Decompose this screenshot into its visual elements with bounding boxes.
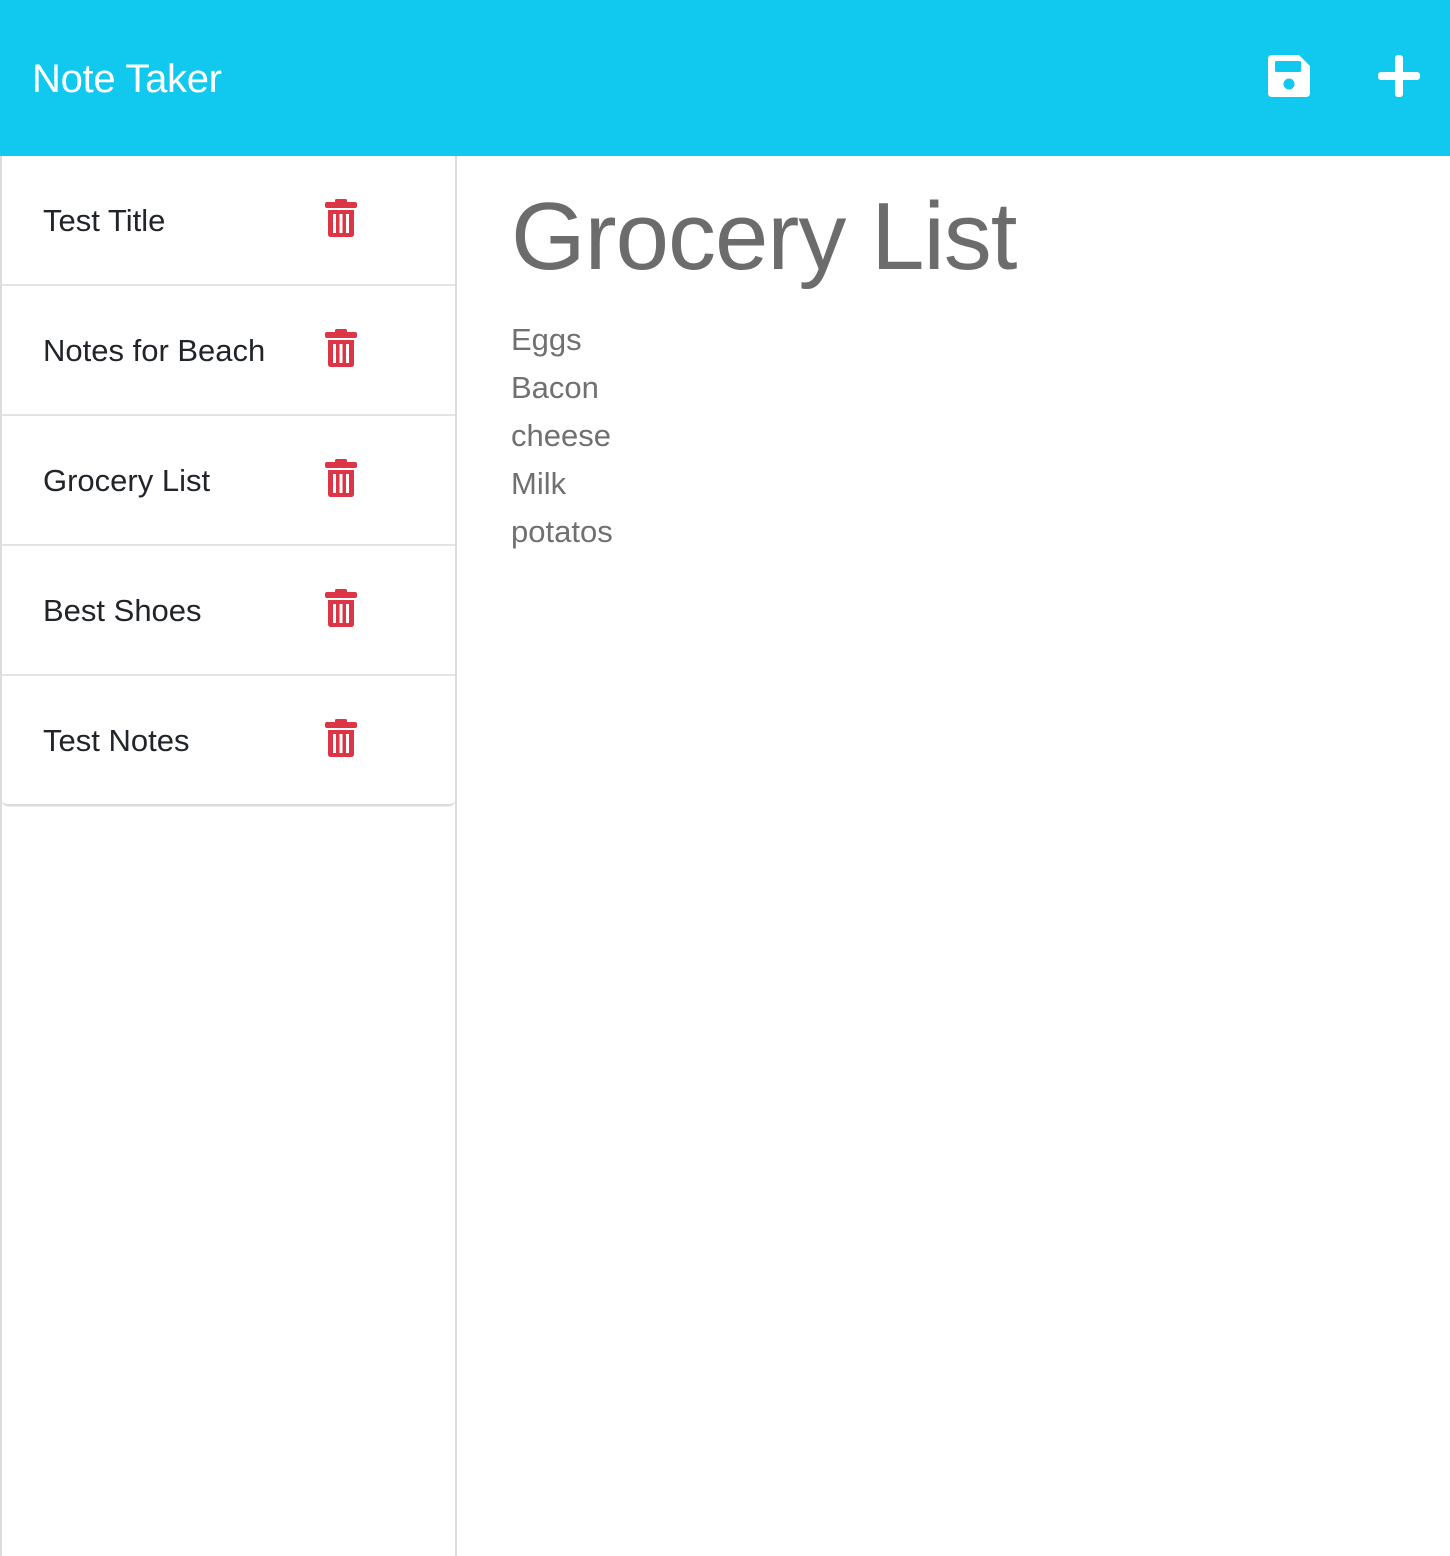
list-item[interactable]: Test Title <box>2 156 455 286</box>
list-item[interactable]: Grocery List <box>2 416 455 546</box>
delete-note-button[interactable] <box>323 458 359 498</box>
delete-note-button[interactable] <box>323 718 359 758</box>
note-line: cheese <box>511 418 611 453</box>
note-line: Bacon <box>511 370 599 405</box>
list-item[interactable]: Notes for Beach <box>2 286 455 416</box>
note-text-area[interactable]: Eggs Bacon cheese Milk potatos <box>511 316 1411 556</box>
trash-icon <box>325 459 357 497</box>
note-line: Milk <box>511 466 567 501</box>
note-line: potatos <box>511 514 613 549</box>
new-note-button[interactable] <box>1372 50 1426 102</box>
note-title[interactable]: Notes for Beach <box>43 332 265 370</box>
note-editor: Grocery List Eggs Bacon cheese Milk pota… <box>459 156 1450 1556</box>
note-title[interactable]: Best Shoes <box>43 592 202 630</box>
list-item[interactable]: Best Shoes <box>2 546 455 676</box>
list-item[interactable]: Test Notes <box>2 676 455 806</box>
note-list-panel: Test Title Notes for Beach Grocery List … <box>0 156 457 1556</box>
floppy-disk-icon <box>1268 55 1310 97</box>
delete-note-button[interactable] <box>323 198 359 238</box>
delete-note-button[interactable] <box>323 328 359 368</box>
save-note-button[interactable] <box>1262 50 1316 102</box>
delete-note-button[interactable] <box>323 588 359 628</box>
note-title-input[interactable]: Grocery List <box>511 182 1017 292</box>
note-list: Test Title Notes for Beach Grocery List … <box>2 156 455 806</box>
plus-icon <box>1378 55 1420 97</box>
trash-icon <box>325 589 357 627</box>
note-line: Eggs <box>511 322 582 357</box>
note-title[interactable]: Grocery List <box>43 462 210 500</box>
note-title[interactable]: Test Title <box>43 202 165 240</box>
navbar: Note Taker <box>0 0 1450 156</box>
trash-icon <box>325 199 357 237</box>
note-title[interactable]: Test Notes <box>43 722 189 760</box>
trash-icon <box>325 719 357 757</box>
app-title[interactable]: Note Taker <box>32 54 222 104</box>
trash-icon <box>325 329 357 367</box>
